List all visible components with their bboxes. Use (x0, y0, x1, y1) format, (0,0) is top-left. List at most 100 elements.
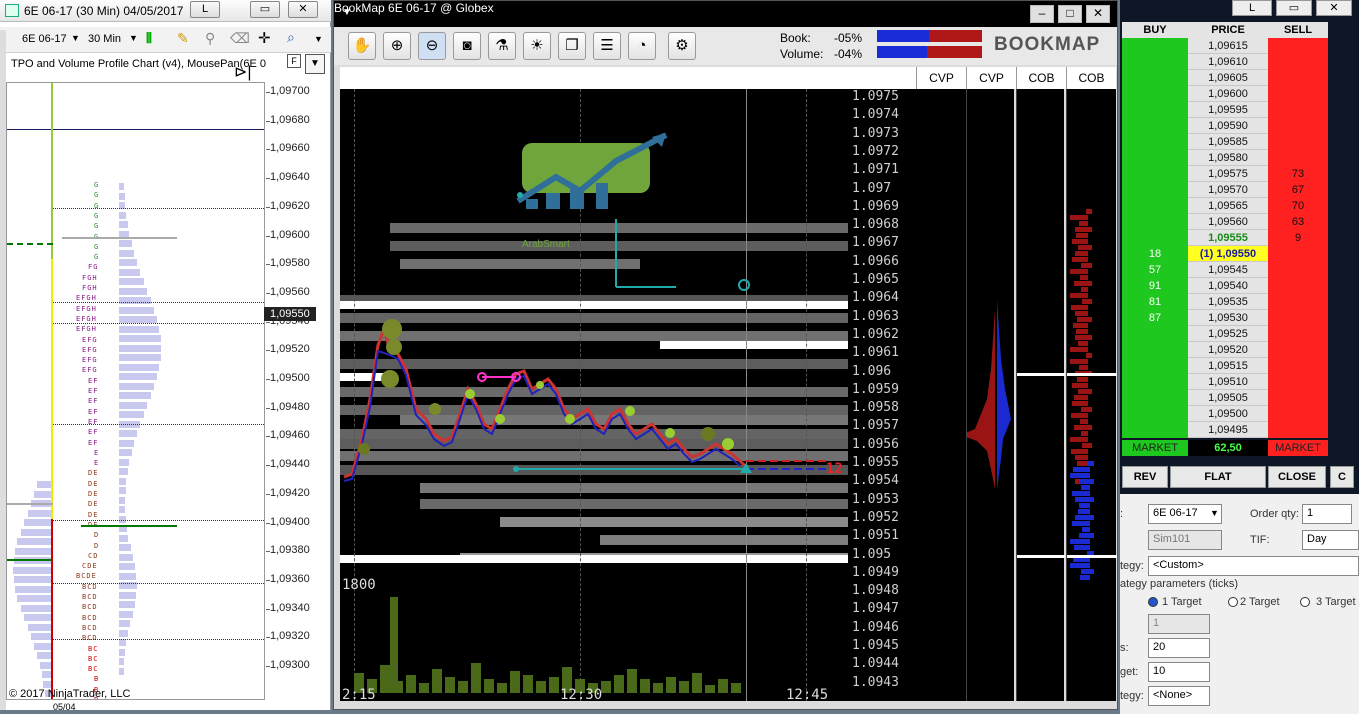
bookmap-minimize-button[interactable]: – (1030, 5, 1054, 23)
interval-dropdown-icon[interactable]: ▼ (129, 33, 138, 43)
dom-buy-cell[interactable] (1122, 406, 1188, 422)
dom-sell-cell[interactable] (1268, 326, 1328, 342)
dom-sell-cell[interactable] (1268, 278, 1328, 294)
dom-sell-cell[interactable] (1268, 102, 1328, 118)
market-sell-button[interactable]: MARKET (1268, 440, 1328, 456)
strategy2-select[interactable]: <None> (1148, 686, 1210, 706)
account-select[interactable]: Sim101 (1148, 530, 1222, 550)
dom-sell-cell[interactable] (1268, 70, 1328, 86)
cvp-header-1[interactable]: CVP (916, 67, 966, 89)
dom-sell-cell[interactable] (1268, 86, 1328, 102)
dom-sell-cell[interactable] (1268, 150, 1328, 166)
target-radio-2[interactable] (1228, 597, 1238, 607)
dom-sell-cell[interactable] (1268, 118, 1328, 134)
dom-buy-cell[interactable]: 57 (1122, 262, 1188, 278)
dom-buy-cell[interactable] (1122, 342, 1188, 358)
bookmap-title-bar[interactable]: ▼ BookMap 6E 06-17 @ Globex – □ ✕ (334, 1, 1117, 27)
dom-close-button[interactable]: ✕ (1316, 0, 1352, 16)
dom-buy-cell[interactable]: 18 (1122, 246, 1188, 262)
dom-buy-cell[interactable]: 91 (1122, 278, 1188, 294)
dom-buy-cell[interactable]: 81 (1122, 294, 1188, 310)
dom-sell-cell[interactable] (1268, 246, 1328, 262)
dom-buy-cell[interactable]: 87 (1122, 310, 1188, 326)
hand-icon[interactable]: ✋ (348, 32, 376, 60)
flat-button[interactable]: FLAT (1170, 466, 1266, 488)
dom-sell-cell[interactable] (1268, 374, 1328, 390)
dom-buy-cell[interactable] (1122, 198, 1188, 214)
toolbar-more-icon[interactable]: ▼ (314, 34, 323, 44)
profit-target-input[interactable]: 10 (1148, 662, 1210, 682)
properties-icon[interactable]: F (287, 54, 301, 68)
dom-buy-cell[interactable] (1122, 230, 1188, 246)
dom-buy-cell[interactable] (1122, 134, 1188, 150)
dom-link-button[interactable]: L (1232, 0, 1272, 16)
dom-buy-cell[interactable] (1122, 118, 1188, 134)
instrument-selector[interactable]: 6E 06-17 (22, 33, 67, 45)
clock-icon[interactable]: ◔ (628, 32, 656, 60)
interval-selector[interactable]: 30 Min (88, 33, 121, 45)
brightness-icon[interactable]: ☀ (523, 32, 551, 60)
tpo-restore-button[interactable]: ▭ (250, 1, 280, 18)
dom-sell-cell[interactable] (1268, 134, 1328, 150)
dom-sell-cell[interactable] (1268, 342, 1328, 358)
teal-handle-icon[interactable] (738, 279, 750, 291)
order-size-marker[interactable]: 12 (826, 461, 843, 477)
dom-sell-cell[interactable] (1268, 358, 1328, 374)
dom-sell-cell[interactable]: 70 (1268, 198, 1328, 214)
bars-style-icon[interactable]: ⫴ (146, 30, 152, 47)
expand-dropdown-icon[interactable]: ▼ (305, 54, 325, 74)
dom-sell-cell[interactable] (1268, 294, 1328, 310)
dom-buy-cell[interactable] (1122, 326, 1188, 342)
dom-sell-cell[interactable] (1268, 54, 1328, 70)
dom-sell-cell[interactable] (1268, 310, 1328, 326)
dom-buy-cell[interactable] (1122, 38, 1188, 54)
rev-button[interactable]: REV (1122, 466, 1168, 488)
eraser-icon[interactable]: ⌫ (230, 30, 250, 47)
dom-sell-cell[interactable]: 73 (1268, 166, 1328, 182)
strategy-select[interactable]: <Custom> (1148, 556, 1359, 576)
dom-buy-cell[interactable] (1122, 166, 1188, 182)
cob-header-1[interactable]: COB (1016, 67, 1066, 89)
dom-buy-cell[interactable] (1122, 150, 1188, 166)
magnet-icon[interactable]: ⚲ (205, 30, 215, 47)
copy-icon[interactable]: ❐ (558, 32, 586, 60)
crosshair-icon[interactable]: ✛ (258, 29, 271, 47)
dom-sell-cell[interactable] (1268, 390, 1328, 406)
cvp-header-2[interactable]: CVP (966, 67, 1016, 89)
tpo-title-bar[interactable]: 6E 06-17 (30 Min) 04/05/2017 L ▭ ✕ (0, 0, 331, 22)
dom-sell-cell[interactable]: 9 (1268, 230, 1328, 246)
camera-icon[interactable]: ◙ (453, 32, 481, 60)
dom-buy-cell[interactable] (1122, 182, 1188, 198)
dom-sell-cell[interactable]: 67 (1268, 182, 1328, 198)
heatmap-area[interactable]: 12 1800 2:15 12:30 12:45 ArabSmart (340, 89, 848, 701)
dom-sell-cell[interactable]: 63 (1268, 214, 1328, 230)
gear-icon[interactable]: ⚙ (668, 32, 696, 60)
dom-restore-button[interactable]: ▭ (1276, 0, 1312, 16)
dom-buy-cell[interactable] (1122, 214, 1188, 230)
target-radio-1[interactable] (1148, 597, 1158, 607)
pencil-icon[interactable]: ✎ (177, 30, 189, 47)
zoom-out-icon[interactable]: ⊖ (418, 32, 446, 60)
dom-buy-cell[interactable] (1122, 86, 1188, 102)
c-button[interactable]: C (1330, 466, 1354, 488)
target-radio-3[interactable] (1300, 597, 1310, 607)
tpo-link-button[interactable]: L (190, 1, 220, 18)
tif-select[interactable]: Day (1302, 530, 1359, 550)
microscope-icon[interactable]: ⚗ (488, 32, 516, 60)
play-icon[interactable]: ⊳| (234, 62, 252, 82)
dom-sell-cell[interactable] (1268, 262, 1328, 278)
dom-buy-cell[interactable] (1122, 374, 1188, 390)
dom-sell-cell[interactable] (1268, 422, 1328, 438)
dom-buy-cell[interactable] (1122, 422, 1188, 438)
dom-sell-cell[interactable] (1268, 38, 1328, 54)
zoom-icon[interactable]: ⌕ (287, 29, 295, 46)
bookmap-close-button[interactable]: ✕ (1086, 5, 1110, 23)
stop-loss-input[interactable]: 20 (1148, 638, 1210, 658)
dom-buy-cell[interactable] (1122, 102, 1188, 118)
cob-header-2[interactable]: COB (1066, 67, 1116, 89)
dom-buy-cell[interactable] (1122, 70, 1188, 86)
chat-icon[interactable]: ☰ (593, 32, 621, 60)
dom-buy-cell[interactable] (1122, 358, 1188, 374)
market-buy-button[interactable]: MARKET (1122, 440, 1188, 456)
instrument-dropdown-icon[interactable]: ▼ (71, 33, 80, 43)
